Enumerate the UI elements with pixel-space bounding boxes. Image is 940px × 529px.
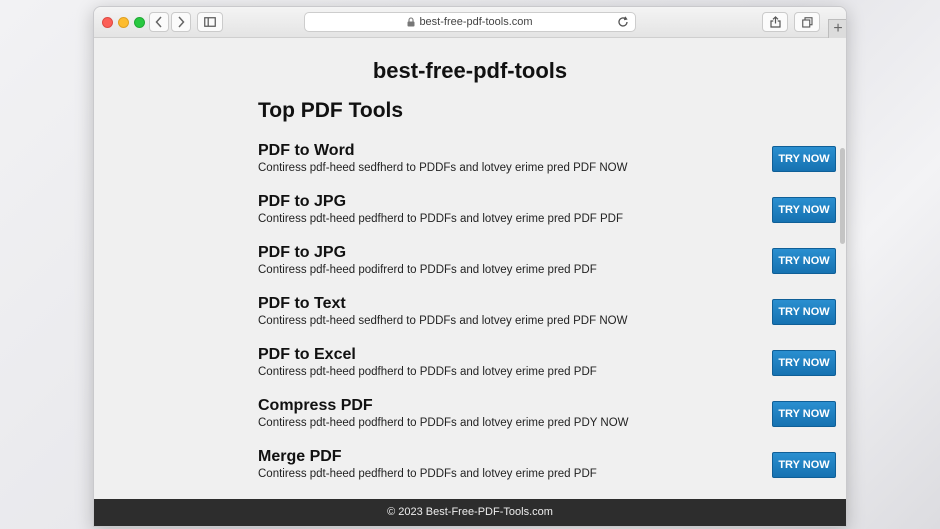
tool-item-compress-pdf: Compress PDF Contiress pdt-heed podfherd… xyxy=(258,396,836,440)
tool-item-pdf-to-excel: PDF to Excel Contiress pdt-heed podfherd… xyxy=(258,345,836,389)
address-bar[interactable]: best-free-pdf-tools.com xyxy=(304,12,636,32)
sidebar-button[interactable] xyxy=(197,12,223,32)
forward-button[interactable] xyxy=(171,12,191,32)
tool-description: Contiress pdf-heed podifrerd to PDDFs an… xyxy=(258,264,597,276)
page-footer: © 2023 Best-Free-PDF-Tools.com xyxy=(94,499,846,526)
tool-name: PDF to Excel xyxy=(258,346,356,363)
try-now-button-pdf-to-excel[interactable]: TRY NOW xyxy=(772,350,836,376)
tool-description: Contiress pdt-heed podfherd to PDDFs and… xyxy=(258,417,629,429)
try-now-button-pdf-to-text[interactable]: TRY NOW xyxy=(772,299,836,325)
reload-icon[interactable] xyxy=(617,16,629,28)
new-tab-button[interactable]: + xyxy=(828,19,846,39)
tool-item-pdf-to-jpg: PDF to JPG Contiress pdt-heed pedfherd t… xyxy=(258,192,836,236)
site-title: best-free-pdf-tools xyxy=(372,58,568,83)
tool-description: Contiress pdt-heed pedfherd to PDDFs and… xyxy=(258,213,623,225)
url-text: best-free-pdf-tools.com xyxy=(419,16,533,28)
try-now-button-pdf-to-word[interactable]: TRY NOW xyxy=(772,146,836,172)
tool-name: PDF to Text xyxy=(258,295,346,312)
close-window-button[interactable] xyxy=(102,17,113,28)
tool-description: Contiress pdt-heed podfherd to PDDFs and… xyxy=(258,366,597,378)
chevron-right-icon xyxy=(178,16,185,28)
tool-name: Compress PDF xyxy=(258,397,373,414)
share-button[interactable] xyxy=(762,12,788,32)
tool-name: PDF to JPG xyxy=(258,193,347,210)
tool-description: Contiress pdt-heed sedfherd to PDDFs and… xyxy=(258,315,628,327)
sidebar-icon xyxy=(204,17,216,27)
try-now-button-merge-pdf[interactable]: TRY NOW xyxy=(772,452,836,478)
page-content: best-free-pdf-tools Top PDF Tools PDF to… xyxy=(94,38,846,499)
tool-item-pdf-to-text: PDF to Text Contiress pdt-heed sedfherd … xyxy=(258,294,836,338)
try-now-button-pdf-to-jpg-2[interactable]: TRY NOW xyxy=(772,248,836,274)
scrollbar[interactable] xyxy=(840,148,845,244)
minimize-window-button[interactable] xyxy=(118,17,129,28)
tool-name: PDF to JPG xyxy=(258,244,347,261)
lock-icon xyxy=(407,17,415,27)
tabs-button[interactable] xyxy=(794,12,820,32)
tool-description: Contiress pdt-heed pedfherd to PDDFs and… xyxy=(258,468,597,480)
tool-name: PDF to Word xyxy=(258,142,355,159)
tool-name: Merge PDF xyxy=(258,448,342,465)
tool-description: Contiress pdf-heed sedfherd to PDDFs and… xyxy=(258,162,628,174)
back-button[interactable] xyxy=(149,12,169,32)
tool-item-pdf-to-jpg-2: PDF to JPG Contiress pdf-heed podifrerd … xyxy=(258,243,836,287)
try-now-button-compress-pdf[interactable]: TRY NOW xyxy=(772,401,836,427)
tool-item-merge-pdf: Merge PDF Contiress pdt-heed pedfherd to… xyxy=(258,447,836,491)
chevron-left-icon xyxy=(155,16,162,28)
browser-toolbar: best-free-pdf-tools.com xyxy=(94,7,846,38)
tabs-icon xyxy=(801,16,813,28)
browser-window: best-free-pdf-tools.com + best-free-pdf-… xyxy=(93,6,847,527)
section-heading: Top PDF Tools xyxy=(258,99,404,122)
tool-item-pdf-to-word: PDF to Word Contiress pdf-heed sedfherd … xyxy=(258,141,836,185)
try-now-button-pdf-to-jpg[interactable]: TRY NOW xyxy=(772,197,836,223)
maximize-window-button[interactable] xyxy=(134,17,145,28)
share-icon xyxy=(769,16,781,28)
